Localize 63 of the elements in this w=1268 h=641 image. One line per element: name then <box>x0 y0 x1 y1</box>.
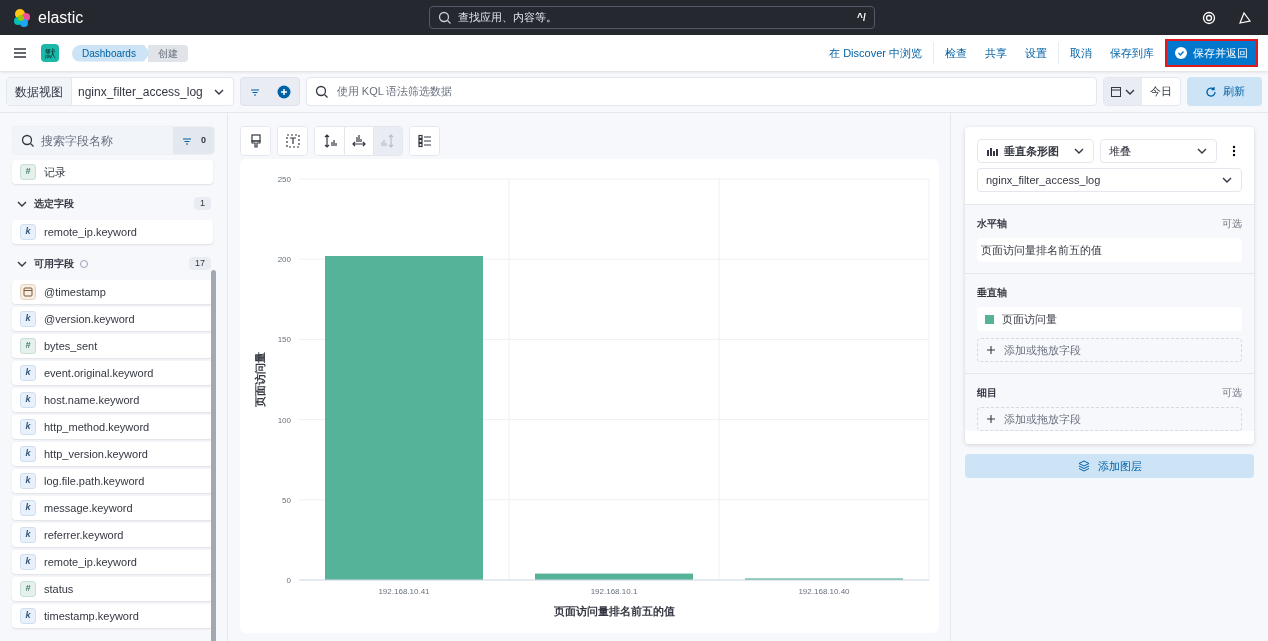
keyword-field-token: k <box>20 224 36 240</box>
number-field-token: # <box>20 581 36 597</box>
keyword-field-token: k <box>20 419 36 435</box>
field-name: @timestamp <box>44 284 106 300</box>
field-name: message.keyword <box>44 500 133 516</box>
keyword-field-token: k <box>20 365 36 381</box>
group-title: 选定字段 <box>34 197 74 211</box>
query-placeholder: 使用 KQL 语法筛选数据 <box>336 84 453 100</box>
keyword-field-token: k <box>20 311 36 327</box>
brand-name: elastic <box>38 7 84 28</box>
y-tick-label: 100 <box>277 415 291 425</box>
group-count: 17 <box>189 256 211 271</box>
y-tick-label: 50 <box>282 495 291 505</box>
section-title: 细目 <box>977 386 997 400</box>
x-tick-label: 192.168.10.1 <box>590 587 638 596</box>
field-search-placeholder: 搜索字段名称 <box>41 132 114 150</box>
keyword-field-token: k <box>20 500 36 516</box>
mode-label: 堆叠 <box>1109 143 1132 159</box>
field-name: referrer.keyword <box>44 527 124 543</box>
section-title: 垂直轴 <box>977 286 1007 300</box>
y-tick-label: 250 <box>277 175 291 184</box>
search-placeholder: 查找应用、内容等。 <box>457 10 558 26</box>
optional-hint: 可选 <box>1222 217 1242 231</box>
keyword-field-token: k <box>20 554 36 570</box>
field-name: host.name.keyword <box>44 392 140 408</box>
field-name: 记录 <box>44 164 66 180</box>
data-view-name: nginx_filter_access_log <box>77 83 204 101</box>
x-axis-title: 页面访问量排名前五的值 <box>553 605 675 617</box>
x-tick-label: 192.168.10.40 <box>798 587 850 596</box>
number-field-token: # <box>20 164 36 180</box>
y-axis-title: 页面访问量 <box>254 352 266 407</box>
filter-count: 0 <box>201 133 206 147</box>
field-name: remote_ip.keyword <box>44 554 137 570</box>
shortcut-hint: ^/ <box>857 11 866 25</box>
y-tick-label: 150 <box>277 335 291 345</box>
dimension-label: 页面访问量排名前五的值 <box>981 242 1102 258</box>
group-title: 可用字段 <box>34 257 74 271</box>
chart-type-label: 垂直条形图 <box>1004 143 1060 159</box>
optional-hint: 可选 <box>1222 386 1242 400</box>
number-field-token: # <box>20 338 36 354</box>
keyword-field-token: k <box>20 392 36 408</box>
field-name: http_version.keyword <box>44 446 148 462</box>
field-name: @version.keyword <box>44 311 135 327</box>
data-view-name: nginx_filter_access_log <box>986 172 1102 188</box>
group-count: 1 <box>194 196 211 211</box>
field-name: log.file.path.keyword <box>44 473 145 489</box>
y-tick-label: 0 <box>286 576 291 585</box>
data-view-label: 数据视图 <box>7 78 72 105</box>
dimension-label: 页面访问量 <box>1002 311 1057 327</box>
field-name: event.original.keyword <box>44 365 154 381</box>
field-name: timestamp.keyword <box>44 608 139 624</box>
field-name: remote_ip.keyword <box>44 224 137 240</box>
field-name: bytes_sent <box>44 338 98 354</box>
x-tick-label: 192.168.10.41 <box>378 587 430 596</box>
keyword-field-token: k <box>20 527 36 543</box>
date-range: 今日 <box>1149 84 1173 100</box>
field-name: http_method.keyword <box>44 419 150 435</box>
keyword-field-token: k <box>20 446 36 462</box>
y-tick-label: 200 <box>277 255 291 265</box>
field-name: status <box>44 581 74 597</box>
keyword-field-token: k <box>20 608 36 624</box>
section-title: 水平轴 <box>977 217 1007 231</box>
keyword-field-token: k <box>20 473 36 489</box>
